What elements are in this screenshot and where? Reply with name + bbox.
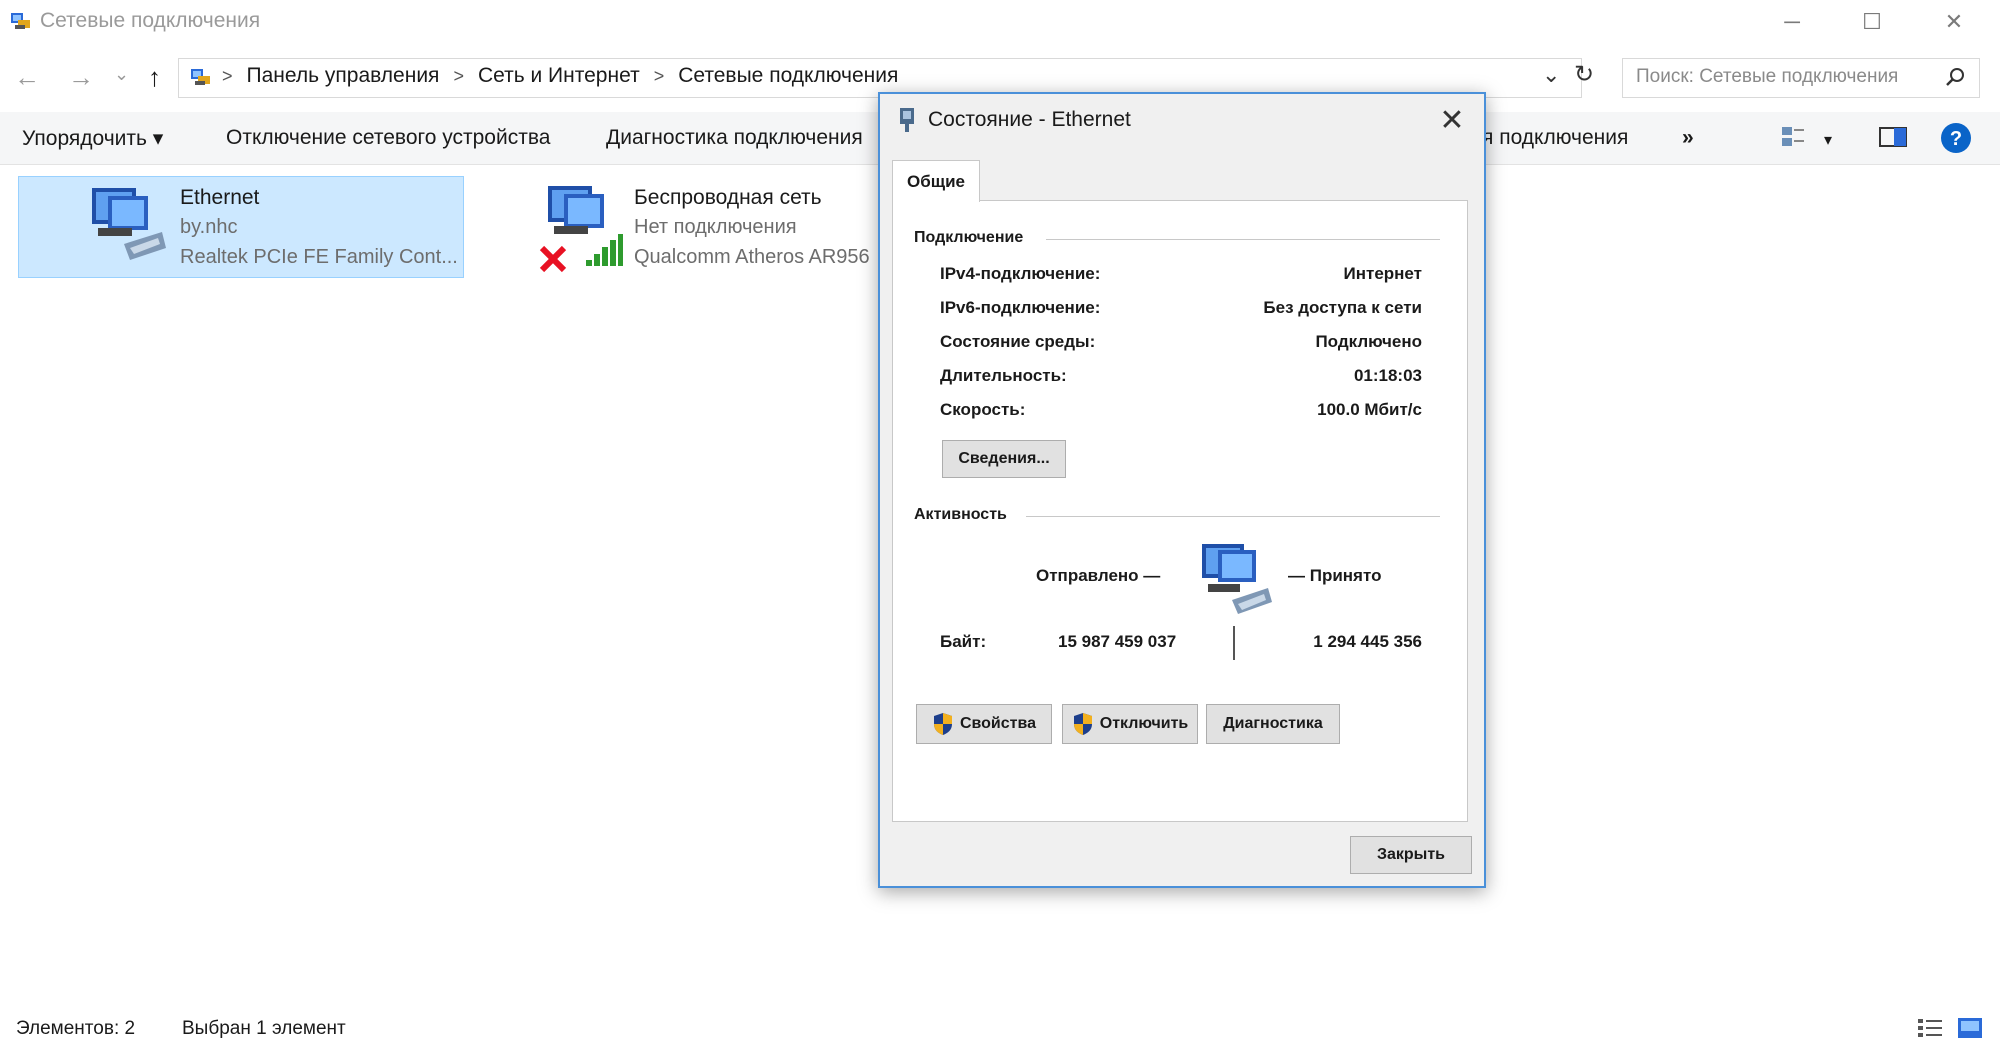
uac-shield-icon: [1073, 713, 1092, 735]
uac-shield-icon: [933, 713, 952, 735]
duration-label: Длительность:: [940, 366, 1067, 385]
ethernet-connector-icon: [900, 108, 914, 132]
activity-computers-icon: [1202, 544, 1272, 614]
recent-locations-button[interactable]: ⌄: [114, 64, 129, 85]
network-connections-icon: [191, 69, 210, 85]
close-window-button[interactable]: ✕: [1924, 4, 1984, 40]
connection-adapter: Qualcomm Atheros AR956: [634, 246, 870, 268]
media-state-value: Подключено: [1315, 332, 1422, 351]
dialog-title: Состояние - Ethernet: [928, 108, 1131, 131]
connection-status: Нет подключения: [634, 216, 797, 238]
maximize-button[interactable]: ☐: [1842, 4, 1902, 40]
connection-adapter: Realtek PCIe FE Family Cont...: [180, 246, 456, 268]
speed-value: 100.0 Мбит/с: [1317, 400, 1422, 419]
properties-button-label: Свойства: [959, 715, 1037, 732]
disable-button[interactable]: Отключить: [1062, 704, 1198, 744]
ipv4-value: Интернет: [1343, 264, 1422, 283]
disable-device-button[interactable]: Отключение сетевого устройства: [226, 126, 550, 150]
svg-text:?: ?: [1950, 128, 1962, 150]
media-state-label: Состояние среды:: [940, 332, 1096, 351]
signal-bars-icon: [586, 234, 623, 266]
disable-button-label: Отключить: [1099, 715, 1189, 732]
ipv6-value: Без доступа к сети: [1263, 298, 1422, 317]
properties-button[interactable]: Свойства: [916, 704, 1052, 744]
bytes-label: Байт:: [940, 632, 987, 651]
ethernet-adapter-icon: [92, 188, 166, 260]
items-count: Элементов: 2: [16, 1018, 136, 1039]
address-dropdown-button[interactable]: ⌄: [1542, 62, 1560, 88]
breadcrumb-control-panel[interactable]: Панель управления: [247, 64, 440, 88]
section-divider: [1026, 516, 1440, 517]
help-icon[interactable]: ?: [1940, 122, 1972, 154]
search-icon[interactable]: [1944, 66, 1966, 88]
connection-section-label: Подключение: [914, 229, 1024, 246]
activity-section-label: Активность: [914, 506, 1007, 523]
duration-value: 01:18:03: [1353, 366, 1422, 385]
change-view-icon[interactable]: [1780, 124, 1808, 150]
details-view-icon[interactable]: [1916, 1016, 1944, 1040]
activity-divider: [1233, 626, 1235, 660]
close-button[interactable]: Закрыть: [1350, 836, 1472, 874]
tab-general[interactable]: Общие: [892, 160, 980, 202]
connection-name: Ethernet: [180, 186, 260, 209]
title-bar: [0, 0, 2000, 44]
connection-name: Беспроводная сеть: [634, 186, 822, 209]
bytes-received-value: 1 294 445 356: [1313, 632, 1422, 651]
more-commands-button[interactable]: »: [1682, 126, 1694, 150]
organize-button[interactable]: Упорядочить ▾: [22, 126, 163, 151]
minimize-button[interactable]: ─: [1762, 4, 1822, 40]
breadcrumb-network-connections[interactable]: Сетевые подключения: [678, 64, 898, 88]
diagnose-connection-button[interactable]: Диагностика подключения: [606, 126, 863, 150]
ipv4-label: IPv4-подключение:: [940, 264, 1101, 283]
sent-label: Отправлено —: [1036, 566, 1161, 585]
breadcrumb: > Панель управления > Сеть и Интернет > …: [222, 64, 898, 88]
window-title: Сетевые подключения: [40, 9, 261, 32]
view-options-arrow[interactable]: ▾: [1824, 130, 1832, 150]
speed-label: Скорость:: [940, 400, 1026, 419]
refresh-button[interactable]: ↻: [1574, 60, 1594, 89]
error-x-icon: [539, 245, 567, 273]
network-connections-icon: [11, 13, 30, 29]
diagnose-button[interactable]: Диагностика: [1206, 704, 1340, 744]
search-placeholder: Поиск: Сетевые подключения: [1636, 66, 1899, 87]
breadcrumb-separator: >: [222, 65, 233, 86]
breadcrumb-network-internet[interactable]: Сеть и Интернет: [478, 64, 640, 88]
bytes-sent-value: 15 987 459 037: [1058, 632, 1177, 651]
forward-button[interactable]: →: [68, 62, 94, 93]
back-button[interactable]: ←: [14, 62, 40, 93]
preview-pane-icon[interactable]: [1878, 124, 1908, 150]
connection-status: by.nhc: [180, 216, 238, 238]
section-divider: [1046, 239, 1440, 240]
dialog-close-button[interactable]: ✕: [1432, 100, 1472, 140]
breadcrumb-separator: >: [453, 65, 464, 86]
ipv6-label: IPv6-подключение:: [940, 298, 1101, 317]
rename-connection-button[interactable]: я подключения: [1482, 126, 1628, 150]
selection-count: Выбран 1 элемент: [182, 1018, 346, 1039]
up-button[interactable]: ↑: [148, 62, 161, 93]
breadcrumb-separator: >: [653, 65, 665, 86]
received-label: — Принято: [1288, 566, 1382, 585]
large-icons-view-icon[interactable]: [1956, 1016, 1984, 1040]
details-button[interactable]: Сведения...: [942, 440, 1066, 478]
